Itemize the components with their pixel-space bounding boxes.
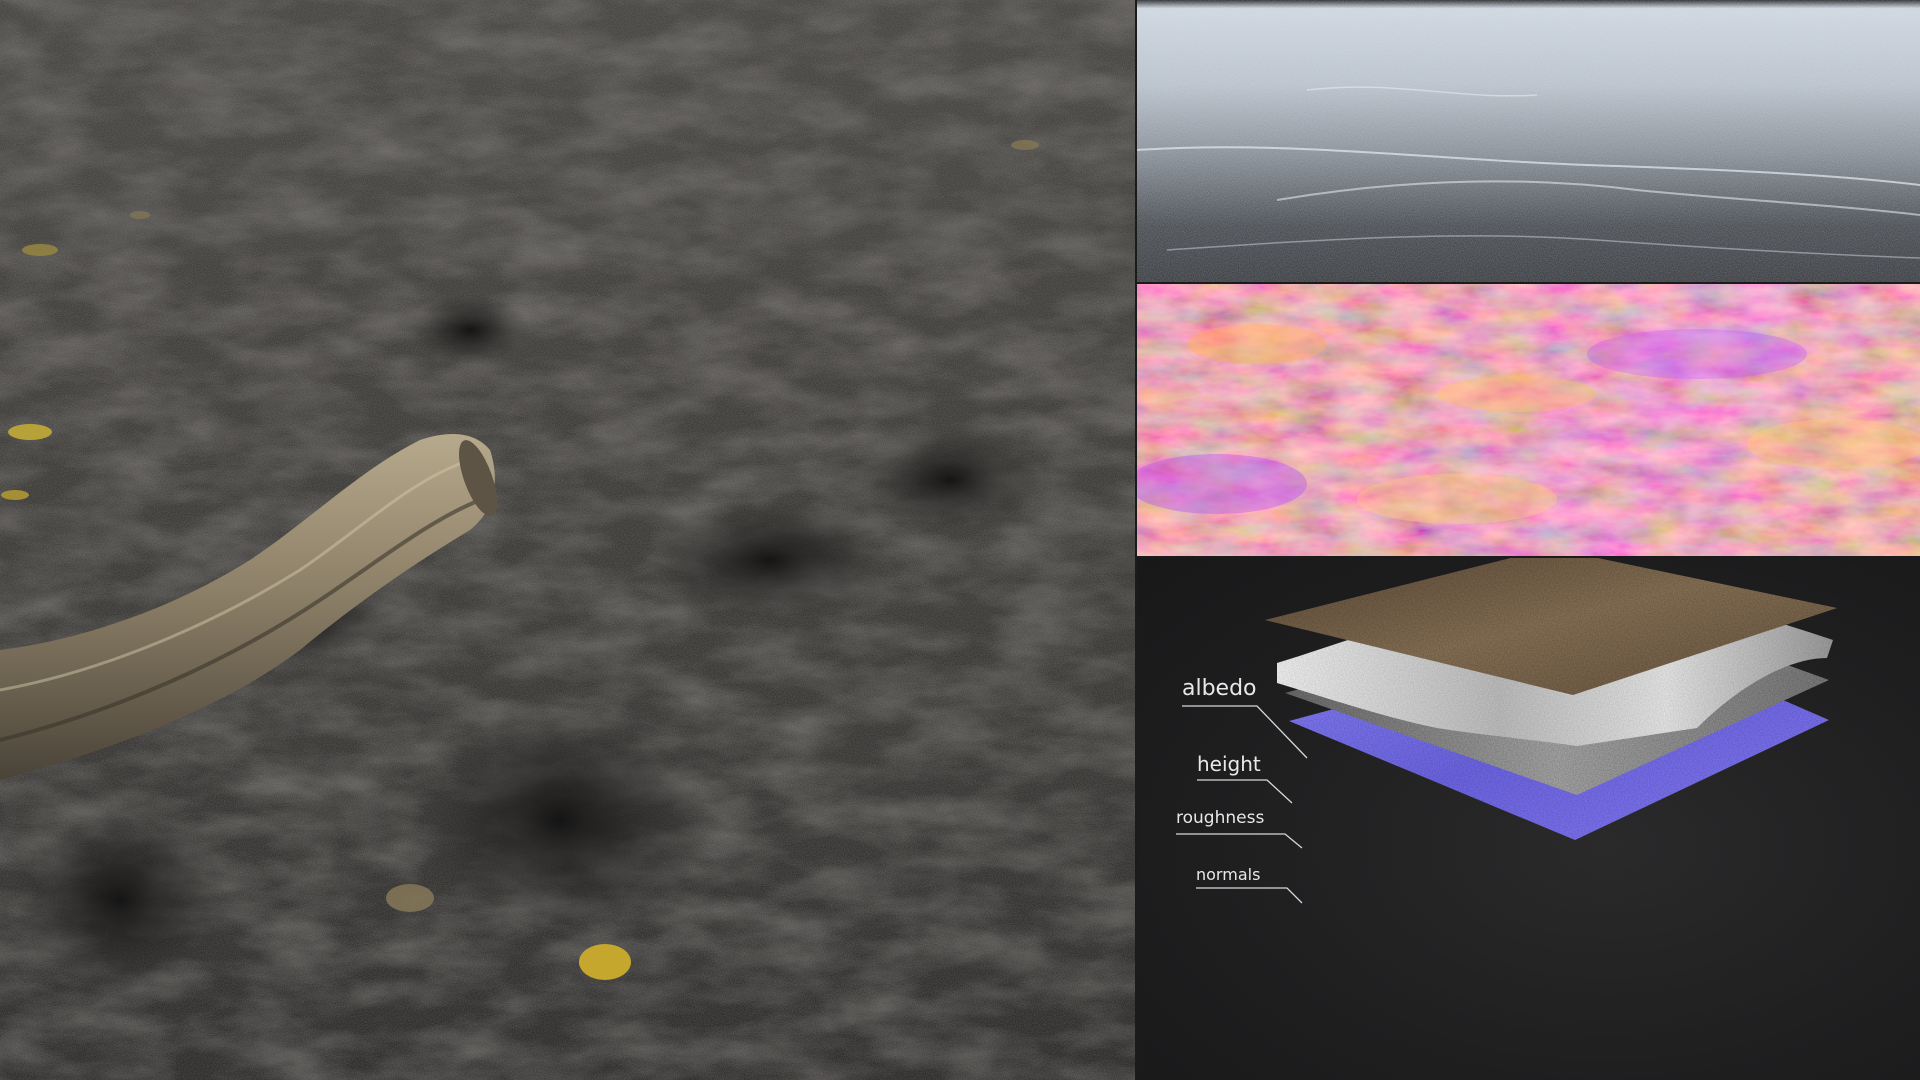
height-label: height bbox=[1197, 752, 1261, 776]
stage: PBR MAPS bbox=[0, 0, 1920, 1080]
albedo-label: albedo bbox=[1182, 676, 1257, 701]
sand-render-panel bbox=[1137, 0, 1920, 282]
mud-ground-photo bbox=[0, 0, 1135, 1080]
mud-ground-image bbox=[0, 0, 1135, 1080]
pbr-maps-panel: PBR MAPS bbox=[1137, 558, 1920, 1080]
normal-map-render-image bbox=[1137, 284, 1920, 556]
sand-render-image bbox=[1137, 0, 1920, 282]
normal-map-render-panel bbox=[1137, 284, 1920, 556]
normals-label: normals bbox=[1196, 865, 1261, 884]
roughness-label: roughness bbox=[1176, 808, 1265, 828]
